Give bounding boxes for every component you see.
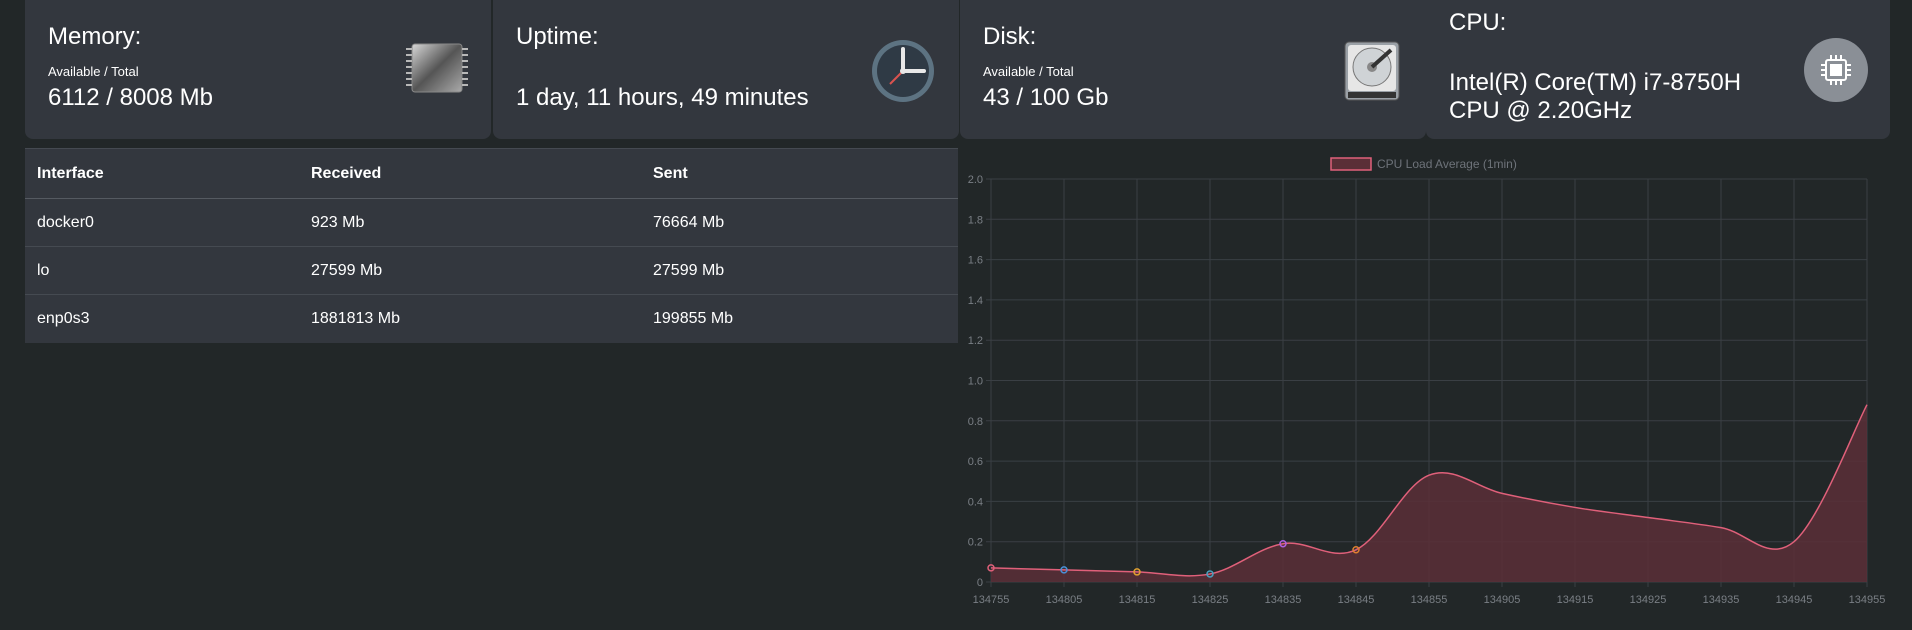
y-tick-label: 0.4 bbox=[968, 496, 983, 508]
y-tick-label: 2.0 bbox=[968, 174, 983, 186]
column-header-interface: Interface bbox=[37, 164, 104, 182]
x-tick-label: 134945 bbox=[1776, 594, 1813, 606]
cpu-card: CPU: Intel(R) Core(TM) i7-8750H CPU @ 2.… bbox=[1426, 0, 1890, 139]
memory-subtitle: Available / Total bbox=[48, 64, 139, 79]
table-row: enp0s3 1881813 Mb 199855 Mb bbox=[25, 294, 958, 343]
column-header-sent: Sent bbox=[653, 164, 688, 182]
disk-subtitle: Available / Total bbox=[983, 64, 1074, 79]
legend-swatch bbox=[1330, 157, 1372, 171]
hard-drive-icon bbox=[1344, 41, 1400, 101]
memory-value: 6112 / 8008 Mb bbox=[48, 84, 214, 111]
clock-icon bbox=[872, 40, 934, 102]
interface-cell: docker0 bbox=[37, 213, 94, 231]
x-tick-label: 134835 bbox=[1265, 594, 1302, 606]
x-tick-label: 134955 bbox=[1849, 594, 1886, 606]
x-tick-label: 134925 bbox=[1630, 594, 1667, 606]
network-table: Interface Received Sent docker0 923 Mb 7… bbox=[25, 148, 958, 343]
cpu-load-chart-svg: 0 0.2 0.4 0.6 0.8 1.0 1.2 1.4 1.6 1.8 2.0 134755 134… bbox=[968, 157, 1886, 606]
x-tick-label: 134805 bbox=[1046, 594, 1083, 606]
memory-card: Memory: Available / Total 6112 / 8008 Mb bbox=[25, 0, 491, 139]
disk-card: Disk: Available / Total 43 / 100 Gb bbox=[960, 0, 1426, 139]
x-tick-label: 134935 bbox=[1703, 594, 1740, 606]
received-cell: 1881813 Mb bbox=[311, 309, 400, 327]
memory-title: Memory: bbox=[48, 23, 142, 50]
y-tick-label: 0.6 bbox=[968, 456, 983, 468]
uptime-card: Uptime: 1 day, 11 hours, 49 minutes bbox=[493, 0, 959, 139]
disk-value: 43 / 100 Gb bbox=[983, 84, 1109, 111]
sent-cell: 76664 Mb bbox=[653, 213, 725, 231]
y-tick-label: 1.6 bbox=[968, 255, 983, 267]
cpu-title: CPU: bbox=[1449, 9, 1507, 36]
cpu-chip-icon bbox=[1804, 38, 1868, 102]
column-header-received: Received bbox=[311, 164, 382, 182]
x-tick-label: 134825 bbox=[1192, 594, 1229, 606]
memory-chip-icon bbox=[406, 43, 468, 93]
x-tick-label: 134915 bbox=[1557, 594, 1594, 606]
x-tick-label: 134755 bbox=[973, 594, 1010, 606]
interface-cell: enp0s3 bbox=[37, 309, 90, 327]
cpu-model-line2: CPU @ 2.20GHz bbox=[1449, 97, 1633, 124]
sent-cell: 27599 Mb bbox=[653, 261, 725, 279]
y-tick-label: 1.8 bbox=[968, 214, 983, 226]
x-tick-label: 134815 bbox=[1119, 594, 1156, 606]
legend-label: CPU Load Average (1min) bbox=[1377, 157, 1517, 171]
cpu-model-line1: Intel(R) Core(TM) i7-8750H bbox=[1449, 69, 1742, 96]
received-cell: 27599 Mb bbox=[311, 261, 383, 279]
y-tick-label: 1.4 bbox=[968, 295, 983, 307]
sent-cell: 199855 Mb bbox=[653, 309, 734, 327]
x-tick-label: 134905 bbox=[1484, 594, 1521, 606]
interface-cell: lo bbox=[37, 261, 50, 279]
uptime-value: 1 day, 11 hours, 49 minutes bbox=[516, 84, 809, 111]
x-tick-label: 134855 bbox=[1411, 594, 1448, 606]
y-tick-label: 0.2 bbox=[968, 537, 983, 549]
x-tick-label: 134845 bbox=[1338, 594, 1375, 606]
table-header-row: Interface Received Sent bbox=[25, 148, 958, 199]
table-row: docker0 923 Mb 76664 Mb bbox=[25, 198, 958, 247]
received-cell: 923 Mb bbox=[311, 213, 365, 231]
y-tick-label: 1.0 bbox=[968, 376, 983, 388]
uptime-title: Uptime: bbox=[516, 23, 599, 50]
cpu-load-chart: 0 0.2 0.4 0.6 0.8 1.0 1.2 1.4 1.6 1.8 2.0 134755 134… bbox=[960, 148, 1912, 625]
y-tick-label: 0 bbox=[977, 577, 983, 589]
y-tick-label: 0.8 bbox=[968, 416, 983, 428]
y-tick-label: 1.2 bbox=[968, 335, 983, 347]
disk-title: Disk: bbox=[983, 23, 1037, 50]
table-row: lo 27599 Mb 27599 Mb bbox=[25, 246, 958, 295]
